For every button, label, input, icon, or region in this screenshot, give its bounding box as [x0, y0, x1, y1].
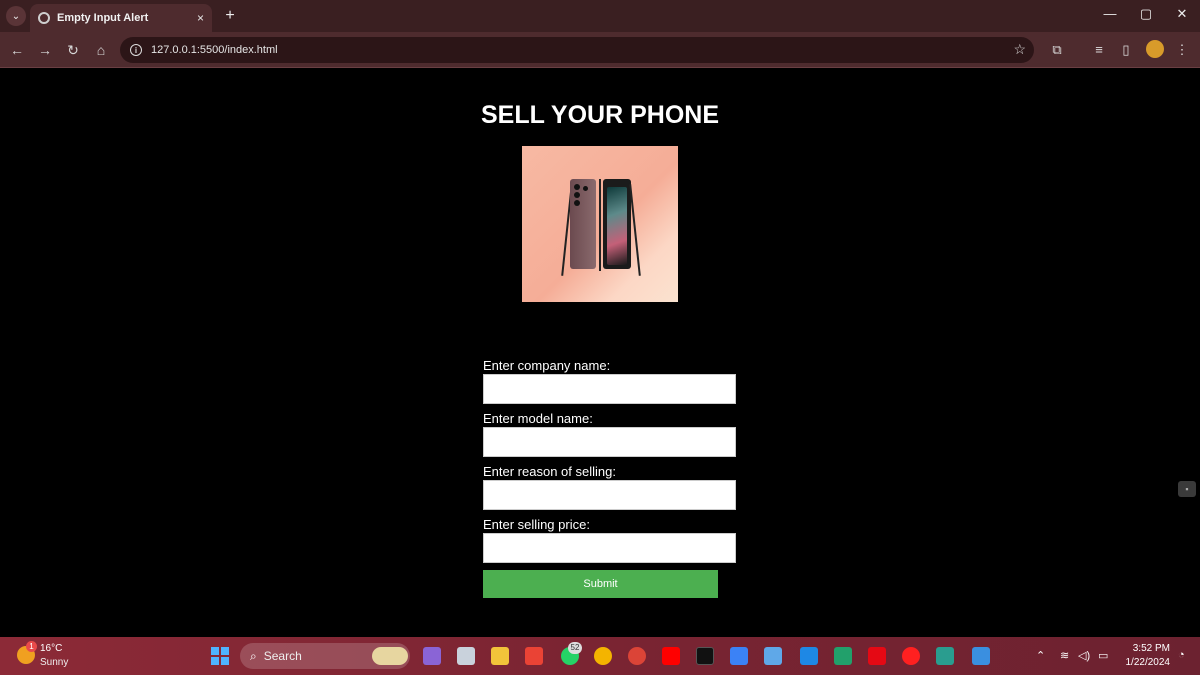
todo-icon[interactable]: [730, 647, 748, 665]
reload-icon[interactable]: ↻: [64, 41, 82, 59]
chrome-profile-icon[interactable]: [628, 647, 646, 665]
site-info-icon[interactable]: i: [130, 44, 142, 56]
volume-icon[interactable]: ◁): [1078, 649, 1090, 662]
tab-search-chevron-icon[interactable]: ⌄: [6, 6, 26, 26]
company-name-input[interactable]: [483, 374, 736, 404]
globe-icon: [38, 12, 50, 24]
news-widget-icon[interactable]: [372, 647, 408, 665]
search-label: Search: [263, 649, 302, 663]
extensions-icon[interactable]: ⧉: [1048, 42, 1066, 58]
whatsapp-badge: 52: [568, 642, 582, 654]
restore-button[interactable]: ▢: [1136, 6, 1156, 22]
stylus-middle: [599, 179, 601, 271]
camera-lens-icon: [583, 186, 588, 191]
weather-temp: 16°C: [40, 643, 63, 654]
tray-chevron-up-icon[interactable]: ⌃: [1036, 649, 1045, 662]
tab-title: Empty Input Alert: [57, 12, 149, 24]
netflix-icon[interactable]: [868, 647, 886, 665]
bookmark-star-icon[interactable]: ☆: [1013, 41, 1026, 58]
camera-lens-icon: [574, 184, 580, 190]
weather-badge: 1: [26, 641, 37, 652]
browser-tab[interactable]: Empty Input Alert ×: [30, 4, 212, 32]
selling-price-input[interactable]: [483, 533, 736, 563]
profile-avatar[interactable]: [1146, 40, 1164, 58]
selling-price-label: Enter selling price:: [483, 517, 590, 532]
page-title: SELL YOUR PHONE: [480, 101, 719, 129]
phone-product-image: [522, 146, 678, 302]
tab-close-icon[interactable]: ×: [197, 11, 204, 25]
notepad-icon[interactable]: [764, 647, 782, 665]
phone-front-view: [603, 179, 631, 269]
file-explorer-icon[interactable]: [491, 647, 509, 665]
media-queue-icon[interactable]: ≡: [1090, 42, 1108, 57]
vscode-icon[interactable]: [800, 647, 818, 665]
camera-lens-icon: [574, 200, 580, 206]
minimize-button[interactable]: —: [1100, 6, 1120, 21]
copilot-icon[interactable]: [423, 647, 441, 665]
camera-lens-icon: [574, 192, 580, 198]
photos-icon[interactable]: [972, 647, 990, 665]
weather-condition: Sunny: [40, 657, 69, 668]
side-extension-icon[interactable]: ▪: [1178, 481, 1196, 497]
vscode-insiders-icon[interactable]: [834, 647, 852, 665]
address-bar[interactable]: i 127.0.0.1:5500/index.html ☆: [120, 37, 1034, 63]
clock-time[interactable]: 3:52 PM: [1120, 643, 1170, 654]
forward-arrow-icon[interactable]: →: [36, 41, 54, 59]
notification-bell-icon[interactable]: ◔: [1178, 649, 1185, 661]
phone-back-view: [570, 179, 596, 269]
home-icon[interactable]: ⌂: [92, 41, 110, 59]
submit-button[interactable]: Submit: [483, 570, 718, 598]
reason-of-selling-label: Enter reason of selling:: [483, 464, 616, 479]
model-name-label: Enter model name:: [483, 411, 593, 426]
close-window-button[interactable]: ✕: [1172, 6, 1192, 22]
back-arrow-icon[interactable]: ←: [8, 41, 26, 59]
phone-screen: [607, 187, 627, 265]
url-text: 127.0.0.1:5500/index.html: [151, 44, 278, 56]
jetbrains-icon[interactable]: [696, 647, 714, 665]
page-content: SELL YOUR PHONE Enter company name: Ente…: [0, 69, 1200, 637]
model-name-input[interactable]: [483, 427, 736, 457]
battery-icon[interactable]: ▭: [1098, 649, 1108, 662]
new-tab-button[interactable]: +: [220, 6, 240, 26]
company-name-label: Enter company name:: [483, 358, 611, 373]
side-panel-icon[interactable]: ▯: [1117, 42, 1135, 58]
task-view-icon[interactable]: [457, 647, 475, 665]
windows-start-icon[interactable]: [211, 647, 229, 665]
chatgpt-icon[interactable]: [936, 647, 954, 665]
sell-phone-form: Enter company name: Enter model name: En…: [483, 358, 743, 598]
menu-dots-icon[interactable]: ⋮: [1173, 42, 1191, 58]
wifi-icon[interactable]: ≋: [1060, 649, 1069, 662]
chrome-icon[interactable]: [594, 647, 612, 665]
browser-toolbar: ← → ↻ ⌂ i 127.0.0.1:5500/index.html ☆ ⧉ …: [0, 32, 1200, 68]
reason-of-selling-input[interactable]: [483, 480, 736, 510]
youtube-icon[interactable]: [662, 647, 680, 665]
gmail-icon[interactable]: [525, 647, 543, 665]
browser-tab-bar: ⌄ Empty Input Alert × + — ▢ ✕: [0, 0, 1200, 32]
search-icon: ⌕: [250, 648, 257, 663]
taskbar: 1 16°C Sunny ⌕ Search 52 ⌃ ≋ ◁) ▭ 3:52 P…: [0, 637, 1200, 675]
youtube-music-icon[interactable]: [902, 647, 920, 665]
clock-date[interactable]: 1/22/2024: [1110, 657, 1171, 668]
